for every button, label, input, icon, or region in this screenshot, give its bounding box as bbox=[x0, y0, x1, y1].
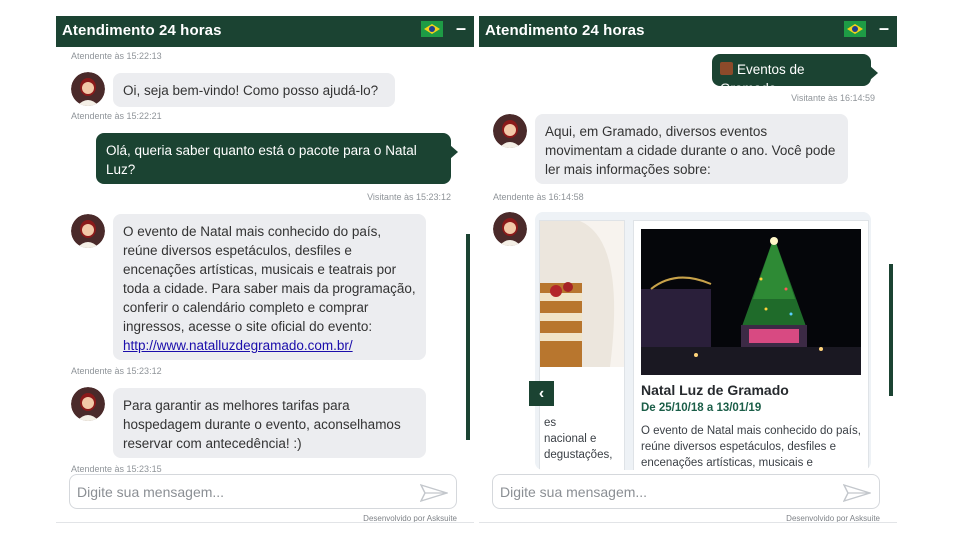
event-card[interactable]: Natal Luz de Gramado De 25/10/18 a 13/01… bbox=[633, 220, 869, 470]
timestamp: Atendente às 16:14:58 bbox=[493, 192, 584, 202]
chat-header: Atendimento 24 horas – bbox=[56, 16, 474, 47]
brazil-flag-icon[interactable] bbox=[421, 21, 443, 37]
event-description: es nacional e degustações, bbox=[544, 417, 613, 461]
event-image bbox=[540, 221, 624, 367]
carousel-prev-button[interactable]: ‹ bbox=[529, 381, 554, 406]
agent-avatar bbox=[71, 387, 105, 421]
event-carousel: es nacional e degustações, Natal Luz de … bbox=[535, 212, 871, 470]
message-text: O evento de Natal mais conhecido do país… bbox=[123, 224, 416, 334]
agent-avatar bbox=[493, 114, 527, 148]
timestamp: Visitante às 16:14:59 bbox=[791, 93, 875, 103]
event-title: Natal Luz de Gramado bbox=[641, 382, 789, 398]
minimize-button[interactable]: – bbox=[879, 18, 889, 39]
send-icon[interactable] bbox=[843, 483, 871, 503]
scrollbar[interactable] bbox=[889, 264, 893, 396]
event-card[interactable]: es nacional e degustações, bbox=[539, 220, 625, 470]
message-input[interactable] bbox=[75, 483, 409, 501]
chat-header: Atendimento 24 horas – bbox=[479, 16, 897, 47]
event-site-link[interactable]: http://www.natalluzdegramado.com.br/ bbox=[123, 338, 353, 353]
event-date: De 25/10/18 a 13/01/19 bbox=[641, 402, 762, 414]
agent-avatar bbox=[71, 72, 105, 106]
chat-title: Atendimento 24 horas bbox=[62, 22, 222, 39]
timestamp: Atendente às 15:23:12 bbox=[71, 366, 162, 376]
timestamp: Atendente às 15:22:13 bbox=[71, 51, 162, 61]
event-image bbox=[641, 229, 861, 375]
message-input-box[interactable] bbox=[69, 474, 457, 509]
agent-avatar bbox=[71, 214, 105, 248]
agent-message: Para garantir as melhores tarifas para h… bbox=[113, 388, 426, 458]
send-icon[interactable] bbox=[420, 483, 448, 503]
divider bbox=[56, 522, 474, 523]
event-description: O evento de Natal mais conhecido do país… bbox=[641, 425, 861, 469]
visitor-message: Eventos de Gramado bbox=[712, 54, 878, 96]
timestamp: Atendente às 15:23:15 bbox=[71, 464, 162, 474]
timestamp: Atendente às 15:22:21 bbox=[71, 111, 162, 121]
agent-message: Aqui, em Gramado, diversos eventos movim… bbox=[535, 114, 848, 184]
message-input-box[interactable] bbox=[492, 474, 880, 509]
agent-message: Oi, seja bem-vindo! Como posso ajudá-lo? bbox=[113, 73, 395, 107]
minimize-button[interactable]: – bbox=[456, 18, 466, 39]
divider bbox=[479, 522, 897, 523]
timestamp: Visitante às 15:23:12 bbox=[367, 192, 451, 202]
chat-widget-right: Atendimento 24 horas – Eventos de Gramad… bbox=[479, 16, 897, 526]
calendar-icon bbox=[720, 62, 733, 75]
agent-message: O evento de Natal mais conhecido do país… bbox=[113, 214, 426, 360]
chat-widget-left: Atendimento 24 horas – Atendente às 15:2… bbox=[56, 16, 474, 526]
agent-avatar bbox=[493, 212, 527, 246]
chat-title: Atendimento 24 horas bbox=[485, 22, 645, 39]
message-input[interactable] bbox=[498, 483, 832, 501]
visitor-message: Olá, queria saber quanto está o pacote p… bbox=[96, 133, 458, 184]
brazil-flag-icon[interactable] bbox=[844, 21, 866, 37]
scrollbar[interactable] bbox=[466, 234, 470, 440]
